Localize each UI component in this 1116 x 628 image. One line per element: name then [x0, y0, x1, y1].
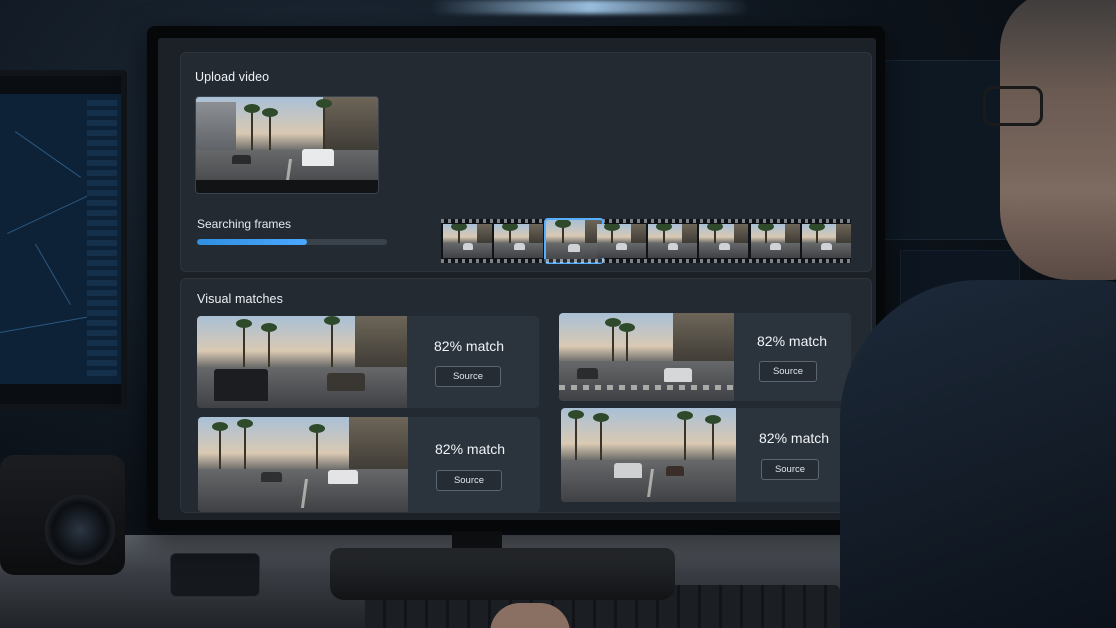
- filmstrip-frame-selected[interactable]: [543, 218, 604, 264]
- filmstrip-frame[interactable]: [443, 224, 492, 258]
- filmstrip-frame[interactable]: [699, 224, 749, 258]
- map-display: [0, 94, 121, 384]
- match-card[interactable]: 82% match Source: [559, 313, 851, 401]
- upload-title: Upload video: [195, 70, 270, 84]
- monitor-stand-base: [330, 548, 675, 600]
- source-button[interactable]: Source: [761, 459, 819, 480]
- app-screen: Upload video Searching frames Visual mat…: [158, 38, 876, 520]
- match-thumbnail[interactable]: [559, 313, 734, 401]
- camera: [0, 455, 125, 575]
- card-reader-device: [170, 553, 260, 597]
- camera-lens: [45, 495, 115, 565]
- person-head: [1000, 0, 1116, 280]
- match-score: 82% match: [759, 430, 830, 446]
- upload-panel: Upload video Searching frames: [180, 52, 872, 272]
- filmstrip-frame[interactable]: [494, 224, 544, 258]
- source-button[interactable]: Source: [759, 361, 817, 382]
- filmstrip-frame[interactable]: [596, 224, 646, 258]
- match-card[interactable]: 82% match Source: [197, 316, 539, 408]
- filmstrip-frame[interactable]: [750, 224, 800, 258]
- filmstrip-frame[interactable]: [648, 224, 697, 258]
- match-thumbnail[interactable]: [561, 408, 736, 502]
- match-card[interactable]: 82% match Source: [198, 417, 540, 512]
- frame-filmstrip: [441, 218, 851, 264]
- match-score: 82% match: [434, 338, 505, 354]
- uploaded-video-thumbnail[interactable]: [195, 96, 379, 194]
- source-button[interactable]: Source: [436, 470, 502, 491]
- match-card[interactable]: 82% match Source: [561, 408, 853, 502]
- progress-bar: [197, 239, 387, 245]
- secondary-monitor: [0, 70, 127, 410]
- glasses: [983, 86, 1043, 126]
- matches-panel: Visual matches 82% match Source 82% matc…: [180, 278, 872, 513]
- matches-title: Visual matches: [197, 292, 283, 306]
- match-thumbnail[interactable]: [197, 316, 407, 408]
- progress-label: Searching frames: [197, 217, 292, 231]
- filmstrip-frame[interactable]: [801, 224, 851, 258]
- match-thumbnail[interactable]: [198, 417, 408, 512]
- source-button[interactable]: Source: [435, 366, 501, 387]
- match-score: 82% match: [757, 333, 828, 349]
- match-score: 82% match: [435, 441, 506, 457]
- progress-fill: [197, 239, 308, 245]
- person-body: [840, 280, 1116, 628]
- ceiling-light: [430, 0, 750, 14]
